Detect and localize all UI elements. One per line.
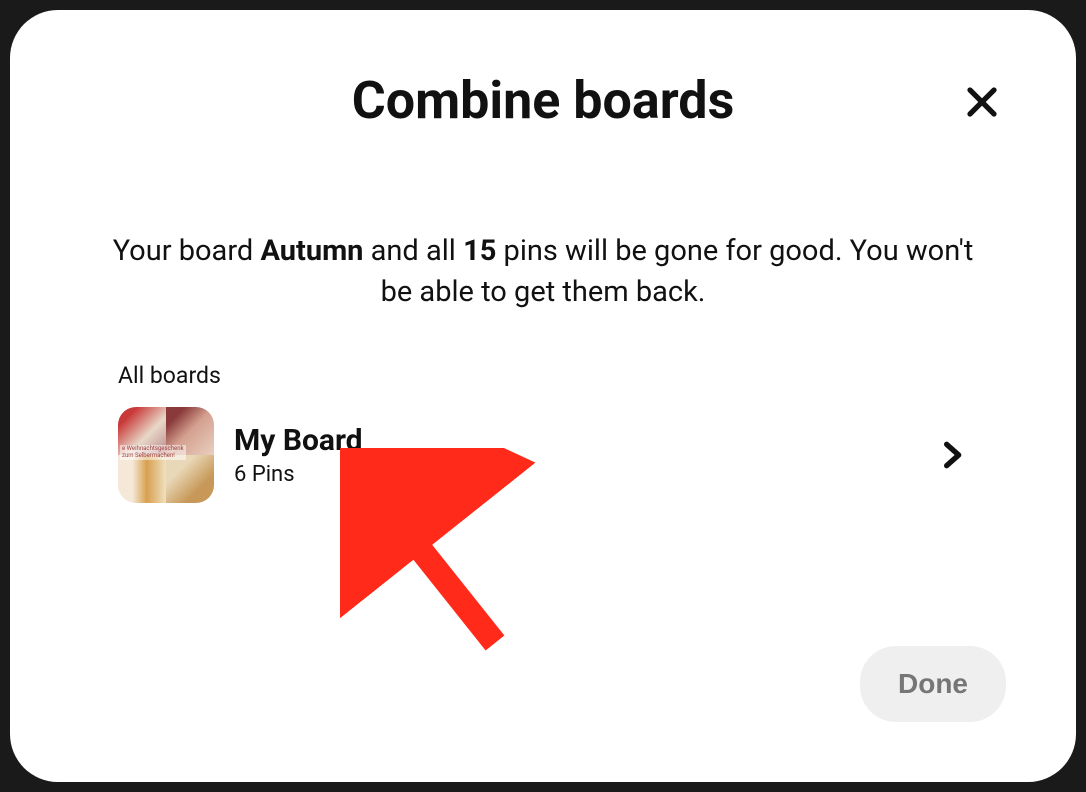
close-icon (964, 84, 1000, 120)
done-button[interactable]: Done (860, 646, 1006, 722)
modal-header: Combine boards (90, 70, 996, 131)
all-boards-label: All boards (118, 362, 996, 389)
warning-message: Your board Autumn and all 15 pins will b… (110, 231, 976, 312)
board-name: My Board (234, 423, 936, 458)
close-button[interactable] (958, 78, 1006, 126)
board-row[interactable]: e Weihnachtsgeschenkzum Selbermachen! My… (90, 407, 996, 503)
modal-title: Combine boards (352, 70, 735, 131)
warning-board-name: Autumn (260, 234, 363, 268)
combine-boards-modal: Combine boards Your board Autumn and all… (10, 10, 1076, 782)
chevron-right-icon (936, 439, 968, 471)
warning-prefix: Your board (113, 234, 261, 268)
warning-middle: and all (363, 234, 463, 268)
board-info: My Board 6 Pins (234, 423, 936, 487)
board-thumbnail: e Weihnachtsgeschenkzum Selbermachen! (118, 407, 214, 503)
warning-pin-count: 15 (463, 234, 496, 268)
board-pins-count: 6 Pins (234, 462, 936, 487)
